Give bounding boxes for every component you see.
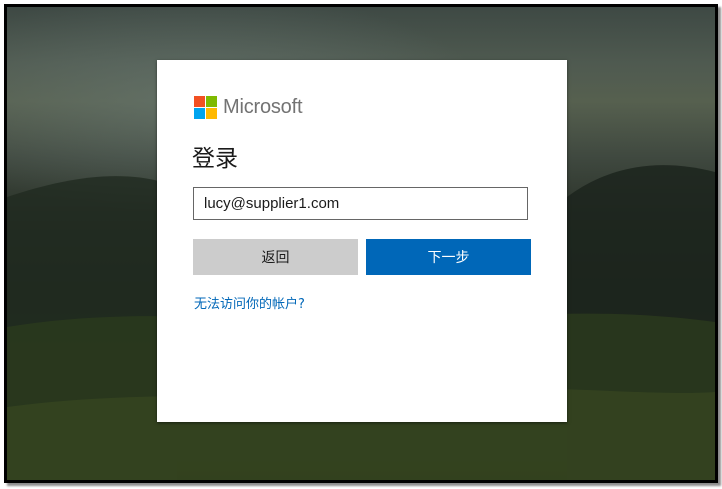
brand-name: Microsoft xyxy=(223,96,303,118)
cant-access-account-link[interactable]: 无法访问你的帐户? xyxy=(194,293,305,312)
microsoft-logo-icon xyxy=(194,96,217,119)
signin-card: Microsoft 登录 返回 下一步 无法访问你的帐户? xyxy=(157,60,567,422)
next-button[interactable]: 下一步 xyxy=(366,239,531,275)
window-frame: Microsoft 登录 返回 下一步 无法访问你的帐户? xyxy=(4,4,718,483)
email-field[interactable] xyxy=(193,187,528,220)
microsoft-logo: Microsoft xyxy=(194,96,303,119)
back-button[interactable]: 返回 xyxy=(193,239,358,275)
page-title: 登录 xyxy=(192,146,238,172)
